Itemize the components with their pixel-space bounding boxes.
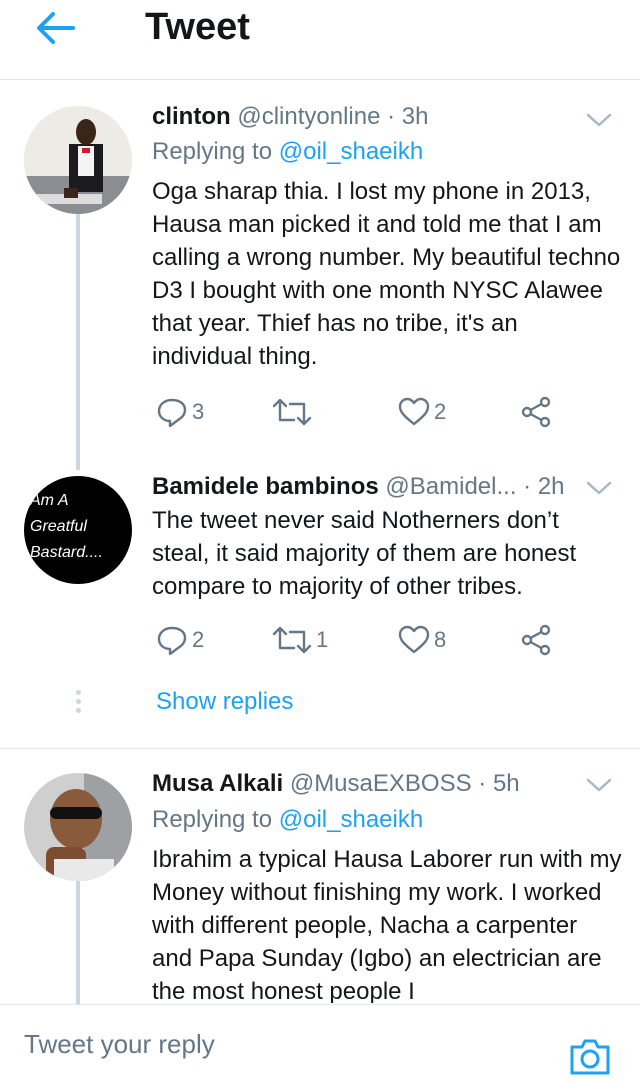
reply-composer: Tweet your reply (0, 1004, 640, 1082)
tweet[interactable]: Musa Alkali @MusaEXBOSS · 5h Replying to… (0, 749, 640, 1004)
heart-icon (398, 625, 430, 654)
mention-link[interactable]: @oil_shaeikh (279, 806, 423, 833)
thread-dots (74, 690, 82, 716)
reply-icon (157, 626, 187, 656)
page-title: Tweet (145, 6, 250, 48)
dot-separator: · (387, 103, 396, 130)
retweet-icon (272, 398, 312, 426)
timestamp: 3h (401, 103, 429, 130)
retweet-count: 1 (316, 627, 329, 652)
avatar-image (24, 106, 132, 214)
dot-separator: · (523, 473, 532, 500)
replying-to-label: Replying to (152, 806, 279, 833)
avatar-image (24, 773, 132, 881)
chevron-down-icon[interactable] (584, 773, 614, 797)
timestamp: 2h (537, 473, 565, 500)
username[interactable]: @MusaEXBOSS (290, 770, 472, 797)
reply-icon (157, 398, 187, 428)
share-button[interactable] (520, 620, 552, 660)
dot-separator: · (478, 770, 487, 797)
avatar[interactable] (24, 106, 132, 214)
mention-link[interactable]: @oil_shaeikh (279, 138, 423, 165)
retweet-icon (272, 626, 312, 654)
timestamp: 5h (492, 770, 520, 797)
share-icon (521, 624, 551, 656)
tweet-text: The tweet never said Notherners don’t st… (152, 507, 577, 600)
like-count: 8 (434, 627, 447, 652)
display-name[interactable]: Musa Alkali (152, 770, 283, 797)
back-arrow-icon (37, 12, 75, 44)
reply-count: 3 (192, 399, 205, 424)
tweet-header: Bamidele bambinos @Bamidel... · 2h (152, 472, 588, 502)
tweet-header: Musa Alkali @MusaEXBOSS · 5h (152, 769, 588, 799)
reply-input[interactable]: Tweet your reply (24, 1029, 215, 1060)
retweet-button[interactable]: 1 (272, 620, 328, 660)
username[interactable]: @clintyonline (237, 103, 380, 130)
tweet-actions: 2 1 8 (152, 620, 612, 660)
like-count: 2 (434, 399, 447, 424)
tweet[interactable]: clinton @clintyonline · 3h Replying to @… (0, 80, 640, 466)
reply-count: 2 (192, 627, 205, 652)
heart-icon (398, 397, 430, 426)
camera-icon[interactable] (568, 1037, 612, 1077)
retweet-button[interactable] (272, 392, 316, 432)
replying-to: Replying to @oil_shaeikh (152, 137, 423, 167)
username[interactable]: @Bamidel... (385, 473, 516, 500)
tweet-text: Oga sharap thia. I lost my phone in 2013… (152, 178, 621, 370)
avatar[interactable]: Am A Greatful Bastard.... (24, 476, 132, 584)
share-icon (521, 396, 551, 428)
show-replies-link[interactable]: Show replies (156, 688, 293, 716)
tweet-header: clinton @clintyonline · 3h (152, 102, 588, 132)
tweet[interactable]: Am A Greatful Bastard.... Bamidele bambi… (0, 466, 640, 746)
chevron-down-icon[interactable] (584, 476, 614, 500)
back-button[interactable] (30, 8, 80, 48)
chevron-down-icon[interactable] (584, 108, 614, 132)
reply-button[interactable]: 3 (156, 392, 204, 432)
replying-to: Replying to @oil_shaeikh (152, 805, 423, 835)
share-button[interactable] (520, 392, 552, 432)
display-name[interactable]: Bamidele bambinos (152, 473, 379, 500)
avatar-text: Am A Greatful Bastard.... (30, 492, 103, 561)
tweet-actions: 3 2 (152, 392, 612, 432)
top-bar: Tweet (0, 0, 640, 80)
reply-button[interactable]: 2 (156, 620, 204, 660)
tweet-text: Ibrahim a typical Hausa Laborer run with… (152, 846, 622, 1003)
avatar[interactable] (24, 773, 132, 881)
like-button[interactable]: 8 (398, 620, 446, 660)
replying-to-label: Replying to (152, 138, 279, 165)
like-button[interactable]: 2 (398, 392, 446, 432)
display-name[interactable]: clinton (152, 103, 231, 130)
